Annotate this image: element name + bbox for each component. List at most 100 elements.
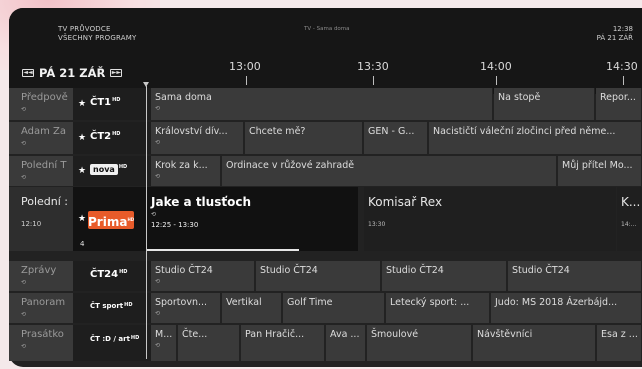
program-time: 12:25 - 13:30 bbox=[151, 221, 199, 229]
previous-program[interactable]: Panoram ⟲ bbox=[9, 293, 73, 323]
current-time-indicator bbox=[146, 86, 147, 359]
time-tick bbox=[623, 76, 624, 85]
channel-name: ČT24 bbox=[90, 269, 119, 280]
hd-badge: HD bbox=[118, 164, 128, 170]
previous-program[interactable]: Polední T ⟲ bbox=[9, 156, 73, 186]
program-cell[interactable]: K... 14:... bbox=[617, 187, 642, 251]
program-cell[interactable]: Království dív... ⟲ bbox=[151, 122, 244, 154]
channel-logo-nova[interactable]: ★ nova HD bbox=[73, 156, 151, 186]
program-cell[interactable]: Čte... bbox=[178, 325, 240, 361]
program-cell[interactable]: Letecký sport: ... bbox=[386, 293, 490, 323]
previous-program[interactable]: Předpově ⟲ bbox=[9, 88, 73, 120]
channel-name: ČT :D / art bbox=[90, 335, 130, 343]
program-title: Jake a tlusťoch bbox=[151, 195, 251, 209]
channel-number: 4 bbox=[80, 240, 85, 248]
program-cell[interactable]: Návštěvníci bbox=[473, 325, 596, 361]
replay-icon: ⟲ bbox=[155, 105, 161, 112]
program-cell[interactable]: Ordinace v růžové zahradě bbox=[222, 156, 557, 186]
time-label-1400: 14:00 bbox=[480, 60, 512, 73]
program-title: Krok za k... bbox=[155, 160, 208, 171]
previous-program-title: Polední : bbox=[21, 195, 69, 208]
replay-icon: ⟲ bbox=[21, 174, 27, 181]
previous-program-title: Zprávy bbox=[21, 265, 57, 276]
program-cell-selected[interactable]: Jake a tlusťoch ⟲ 12:25 - 13:30 bbox=[147, 187, 358, 251]
program-title: Esa z ... bbox=[601, 329, 638, 340]
replay-icon: ⟲ bbox=[21, 311, 27, 318]
channel-logo-ct2[interactable]: ★ ČT2HD bbox=[73, 122, 151, 154]
previous-program[interactable]: Zprávy ⟲ bbox=[9, 261, 73, 291]
program-cell[interactable]: Pan Hračič... bbox=[241, 325, 325, 361]
channel-logo-ct1[interactable]: ★ ČT1HD bbox=[73, 88, 151, 120]
replay-icon: ⟲ bbox=[21, 140, 27, 147]
program-cell[interactable]: Repor... bbox=[596, 88, 642, 120]
program-cell[interactable]: Sama doma ⟲ bbox=[151, 88, 493, 120]
program-cell[interactable]: Sportovn... ⟲ bbox=[151, 293, 221, 323]
program-cell[interactable]: Studio ČT24 bbox=[508, 261, 642, 291]
program-cell[interactable]: Judo: MS 2018 Ázerbájd... bbox=[491, 293, 642, 323]
channel-row-nova: Polední T ⟲ ★ nova HD Krok za k... ⟲ Ordin… bbox=[0, 156, 642, 186]
date-navigator: ◄◄ PÁ 21 ZÁŘ ►► bbox=[22, 66, 123, 80]
current-time-marker-icon bbox=[143, 82, 149, 87]
program-title: Můj přítel Mo... bbox=[562, 160, 633, 171]
program-title: Nacističtí váleční zločinci před něme... bbox=[433, 126, 616, 137]
program-title: Sportovn... bbox=[155, 297, 208, 308]
program-cell[interactable]: Studio ČT24 bbox=[256, 261, 381, 291]
program-cell[interactable]: Krok za k... ⟲ bbox=[151, 156, 221, 186]
program-cell[interactable]: Nacističtí váleční zločinci před něme... bbox=[429, 122, 642, 154]
program-title: Komisař Rex bbox=[368, 195, 443, 209]
clock-date: PÁ 21 ZÁŘ bbox=[596, 34, 633, 42]
program-cell[interactable]: Na stopě bbox=[494, 88, 595, 120]
previous-program[interactable]: Polední : 12:10 bbox=[9, 187, 73, 251]
program-title: Chcete mě? bbox=[249, 126, 306, 137]
replay-icon: ⟲ bbox=[155, 310, 161, 317]
program-cell[interactable]: M... ⟲ bbox=[151, 325, 177, 361]
channel-logo-prima[interactable]: ★ PrimaHD 4 bbox=[73, 187, 151, 251]
hd-badge: HD bbox=[124, 302, 133, 308]
previous-program[interactable]: Prasátko ⟲ bbox=[9, 325, 73, 361]
program-cell[interactable]: Esa z ... bbox=[597, 325, 642, 361]
program-cell[interactable]: Chcete mě? bbox=[245, 122, 363, 154]
program-cell[interactable]: Vertikal bbox=[222, 293, 282, 323]
replay-icon: ⟲ bbox=[21, 106, 27, 113]
program-title: Golf Time bbox=[287, 297, 333, 308]
program-cell[interactable]: Šmoulové bbox=[367, 325, 472, 361]
channel-logo-ctsport[interactable]: ČT sportHD bbox=[73, 293, 151, 323]
time-label-1300: 13:00 bbox=[229, 60, 261, 73]
prima-logo: PrimaHD bbox=[88, 211, 134, 229]
hd-badge: HD bbox=[130, 335, 140, 341]
program-cell[interactable]: Studio ČT24 ⟲ bbox=[151, 261, 255, 291]
header-left: TV PRŮVODCE VŠECHNY PROGRAMY bbox=[58, 25, 136, 43]
channel-logo-ct24[interactable]: ČT24HD bbox=[73, 261, 151, 291]
replay-icon: ⟲ bbox=[21, 279, 27, 286]
channel-logo-ctd-art[interactable]: ČT :D / artHD bbox=[73, 325, 151, 361]
program-cell[interactable]: Komisař Rex 13:30 bbox=[364, 187, 616, 251]
program-cell[interactable]: GEN - G... bbox=[364, 122, 428, 154]
program-title: Pan Hračič... bbox=[245, 329, 305, 340]
previous-program-title: Panoram bbox=[21, 297, 66, 308]
channel-name: ČT sport bbox=[90, 302, 124, 310]
channel-name: Prima bbox=[88, 215, 128, 229]
program-cell[interactable]: Můj přítel Mo... bbox=[558, 156, 642, 186]
channel-row-ct1: Předpově ⟲ ★ ČT1HD Sama doma ⟲ Na stopě R… bbox=[0, 88, 642, 120]
previous-program[interactable]: Adam Za ⟲ bbox=[9, 122, 73, 154]
time-label-1430: 14:30 bbox=[606, 60, 638, 73]
channel-row-ctsport: Panoram ⟲ ČT sportHD Sportovn... ⟲ Vertik… bbox=[0, 293, 642, 323]
previous-day-button[interactable]: ◄◄ bbox=[22, 69, 34, 77]
channel-name: ČT1 bbox=[90, 97, 112, 108]
now-playing-label: TV - Sama doma bbox=[304, 26, 350, 32]
next-day-button[interactable]: ►► bbox=[110, 69, 123, 77]
date-label: PÁ 21 ZÁŘ bbox=[39, 66, 106, 80]
channel-row-ctd-art: Prasátko ⟲ ČT :D / artHD M... ⟲ Čte... Pa… bbox=[0, 325, 642, 361]
program-cell[interactable]: Studio ČT24 bbox=[382, 261, 507, 291]
channel-name: ČT2 bbox=[90, 131, 112, 142]
program-cell[interactable]: Ava ... bbox=[326, 325, 366, 361]
program-title: Studio ČT24 bbox=[260, 265, 318, 276]
program-progress-bar bbox=[147, 249, 299, 251]
replay-icon: ⟲ bbox=[155, 342, 161, 349]
programs-filter-label[interactable]: VŠECHNY PROGRAMY bbox=[58, 34, 136, 43]
program-cell[interactable]: Golf Time bbox=[283, 293, 385, 323]
program-title: Ordinace v růžové zahradě bbox=[226, 160, 355, 171]
favorite-star-icon: ★ bbox=[78, 99, 87, 109]
favorite-star-icon: ★ bbox=[78, 133, 87, 143]
program-title: Judo: MS 2018 Ázerbájd... bbox=[495, 297, 618, 308]
